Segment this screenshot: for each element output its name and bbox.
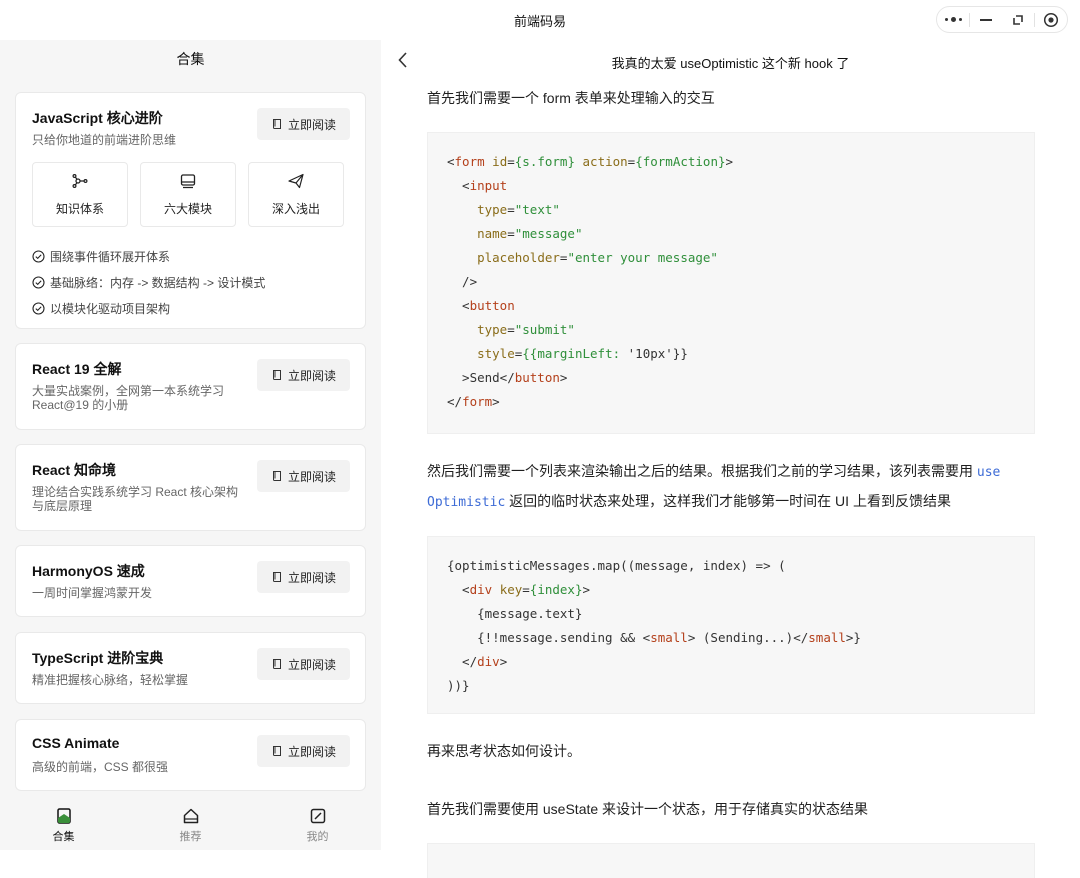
inline-code: Optimistic (427, 495, 506, 510)
course-desc: 只给你地道的前端进阶思维 (32, 133, 177, 147)
book-icon (272, 471, 281, 481)
book-icon (272, 659, 281, 669)
course-title: HarmonyOS 速成 (32, 563, 145, 579)
check-text: 围绕事件循环展开体系 (50, 249, 171, 264)
laptop-icon (180, 174, 196, 189)
feature-checklist: 围绕事件循环展开体系 基础脉络：内存 -> 数据结构 -> 设计模式 以模块化驱… (32, 243, 265, 321)
read-now-button[interactable]: 立即阅读 (257, 460, 350, 492)
book-icon (272, 572, 281, 582)
course-card[interactable]: React 知命境 理论结合实践系统学习 React 核心架构与底层原理 立即阅… (15, 444, 366, 531)
course-card[interactable]: React 19 全解 大量实战案例，全网第一本系统学习 React@19 的小… (15, 343, 366, 430)
course-desc: 理论结合实践系统学习 React 核心架构与底层原理 (32, 485, 239, 513)
article-paragraph: 首先我们需要一个 form 表单来处理输入的交互 (427, 90, 715, 106)
close-button[interactable] (1035, 7, 1067, 32)
nav-item-recommend[interactable]: 推荐 (151, 807, 231, 844)
course-title: TypeScript 进阶宝典 (32, 650, 164, 666)
paragraph-text: 返回的临时状态来处理，这样我们才能够第一时间在 UI 上看到反馈结果 (505, 493, 951, 509)
check-circle-icon (32, 301, 45, 315)
more-button[interactable] (937, 7, 969, 32)
course-desc: 高级的前端，CSS 都很强 (32, 760, 169, 774)
book-icon (56, 807, 71, 824)
app-title: 前端码易 (513, 13, 566, 29)
article-paragraph: 然后我们需要一个列表来渲染输出之后的结果。根据我们之前的学习结果，该列表需要用 … (427, 457, 1039, 517)
check-item: 基础脉络：内存 -> 数据结构 -> 设计模式 (32, 269, 265, 295)
read-now-button[interactable]: 立即阅读 (257, 359, 350, 391)
target-close-icon (1043, 12, 1059, 27)
check-circle-icon (32, 249, 45, 263)
feature-label: 深入浅出 (271, 202, 320, 216)
article-title: 我真的太爱 useOptimistic 这个新 hook 了 (611, 56, 850, 71)
read-now-button[interactable]: 立即阅读 (257, 735, 350, 767)
read-now-label: 立即阅读 (287, 570, 336, 585)
course-card[interactable]: TypeScript 进阶宝典 精准把握核心脉络，轻松掌握 立即阅读 (15, 632, 366, 704)
check-item: 以模块化驱动项目架构 (32, 295, 265, 321)
feature-label: 六大模块 (163, 202, 212, 216)
read-now-label: 立即阅读 (287, 368, 336, 383)
network-icon (72, 173, 88, 189)
edit-icon (310, 808, 325, 823)
article-paragraph: 再来思考状态如何设计。 (427, 743, 581, 759)
home-icon (183, 808, 198, 823)
minimize-icon (980, 18, 992, 21)
read-now-label: 立即阅读 (287, 117, 336, 132)
check-text: 基础脉络：内存 -> 数据结构 -> 设计模式 (50, 275, 266, 290)
feature-knowledge: 知识体系 (32, 162, 128, 227)
paragraph-text: 然后我们需要一个列表来渲染输出之后的结果。根据我们之前的学习结果，该列表需要用 (427, 463, 977, 479)
course-title: React 19 全解 (32, 361, 122, 377)
read-now-label: 立即阅读 (287, 744, 336, 759)
read-now-button[interactable]: 立即阅读 (257, 648, 350, 680)
course-card[interactable]: JavaScript 核心进阶 只给你地道的前端进阶思维 立即阅读 知识体系 六… (15, 92, 366, 329)
collection-panel: 合集 JavaScript 核心进阶 只给你地道的前端进阶思维 立即阅读 知识体… (0, 40, 381, 850)
nav-item-collection[interactable]: 合集 (24, 807, 104, 844)
check-item: 围绕事件循环展开体系 (32, 243, 265, 269)
article-panel: 我真的太爱 useOptimistic 这个新 hook 了 首先我们需要一个 … (381, 40, 1080, 878)
book-icon (272, 746, 281, 756)
course-desc: 大量实战案例，全网第一本系统学习 React@19 的小册 (32, 384, 225, 412)
check-text: 以模块化驱动项目架构 (50, 301, 171, 316)
feature-depth: 深入浅出 (248, 162, 344, 227)
bottom-nav: 合集 推荐 我的 (0, 800, 381, 850)
read-now-button[interactable]: 立即阅读 (257, 108, 350, 140)
course-desc: 精准把握核心脉络，轻松掌握 (32, 673, 189, 687)
book-icon (272, 370, 281, 380)
code-block (427, 843, 1035, 878)
restore-button[interactable] (1002, 7, 1034, 32)
feature-grid: 知识体系 六大模块 深入浅出 (32, 162, 344, 227)
course-card[interactable]: CSS Animate 高级的前端，CSS 都很强 立即阅读 (15, 719, 366, 791)
nav-label: 推荐 (179, 830, 202, 843)
nav-item-mine[interactable]: 我的 (278, 807, 358, 844)
course-title: JavaScript 核心进阶 (32, 110, 163, 126)
title-bar: 前端码易 (0, 0, 1080, 40)
course-card[interactable]: HarmonyOS 速成 一周时间掌握鸿蒙开发 立即阅读 (15, 545, 366, 617)
article-paragraph: 首先我们需要使用 useState 来设计一个状态，用于存储真实的状态结果 (427, 801, 869, 817)
code-block: {optimisticMessages.map((message, index)… (427, 536, 1035, 714)
feature-label: 知识体系 (55, 202, 104, 216)
nav-label: 合集 (52, 830, 75, 843)
book-icon (272, 119, 281, 129)
window-capsule (936, 6, 1068, 33)
inline-code: use (976, 465, 1001, 480)
read-now-label: 立即阅读 (287, 469, 336, 484)
read-now-button[interactable]: 立即阅读 (257, 561, 350, 593)
restore-icon (1013, 14, 1023, 25)
check-circle-icon (32, 275, 45, 289)
paper-plane-icon (288, 173, 304, 189)
read-now-label: 立即阅读 (287, 657, 336, 672)
feature-modules: 六大模块 (140, 162, 236, 227)
code-block: <form id={s.form} action={formAction}> <… (427, 132, 1035, 434)
nav-label: 我的 (306, 830, 329, 843)
course-title: CSS Animate (32, 735, 120, 751)
more-dots-icon (944, 17, 962, 22)
panel-title: 合集 (176, 51, 205, 67)
course-title: React 知命境 (32, 462, 117, 478)
minimize-button[interactable] (970, 7, 1002, 32)
course-desc: 一周时间掌握鸿蒙开发 (32, 586, 153, 600)
